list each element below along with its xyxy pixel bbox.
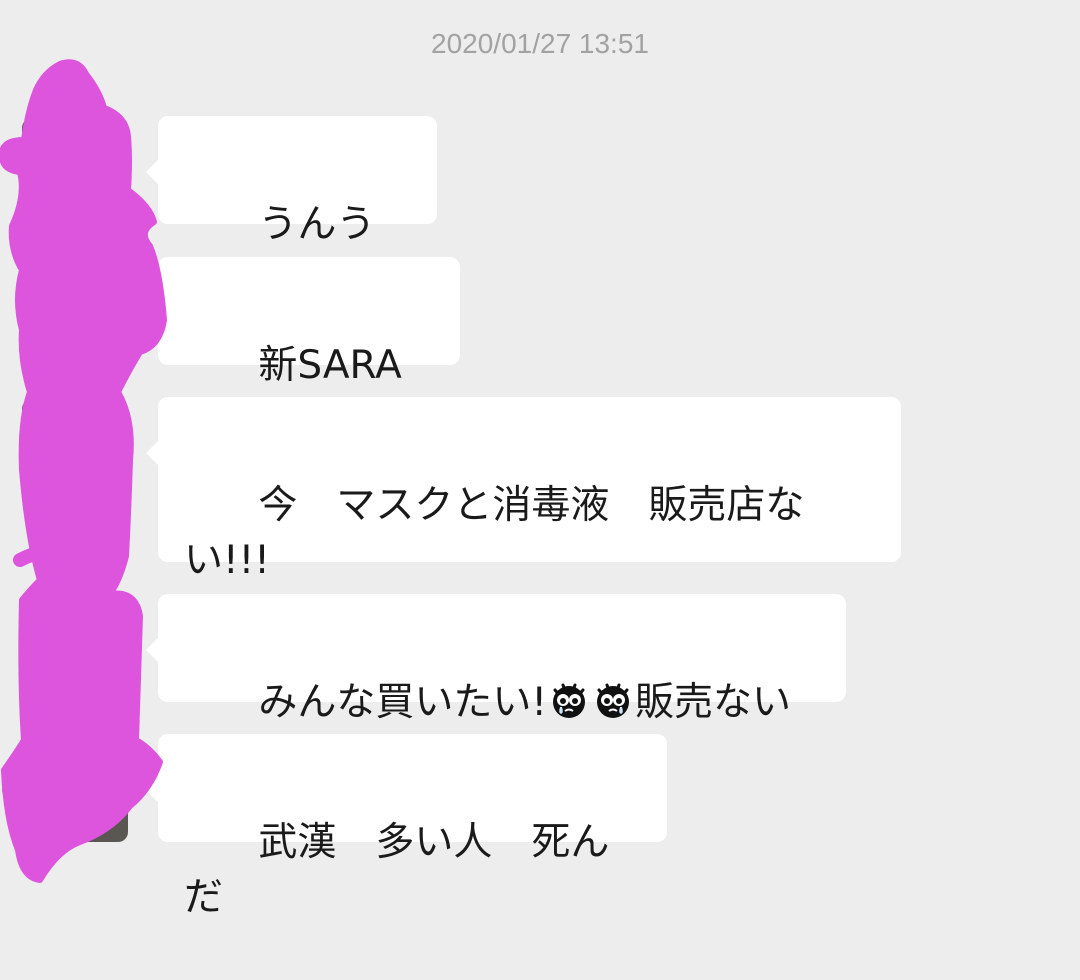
message-text-part: 販売ない — [635, 680, 792, 725]
avatar[interactable] — [22, 596, 128, 702]
crying-face-emoji — [597, 683, 630, 718]
message-text-part: みんな買いたい! — [258, 680, 548, 725]
message-bubble[interactable]: 武漢 多い人 死んだ — [146, 734, 667, 920]
message-text: 今 マスクと消毒液 販売店な い!!! — [184, 483, 805, 583]
message-bubble[interactable]: 新SARA怖い — [146, 257, 460, 443]
chat-timestamp: 2020/01/27 13:51 — [431, 28, 649, 59]
message-bubble[interactable]: 今 マスクと消毒液 販売店な い!!! — [146, 397, 901, 583]
crying-face-emoji — [553, 683, 586, 718]
avatar[interactable] — [22, 736, 128, 842]
message-text: 武漢 多い人 死んだ — [184, 820, 610, 920]
message-bubble[interactable]: うんうんw — [146, 116, 437, 302]
avatar[interactable] — [22, 259, 128, 365]
message-bubble[interactable]: みんな買いたい! 販売ない — [146, 594, 846, 725]
avatar[interactable] — [22, 118, 128, 224]
avatar[interactable] — [22, 399, 128, 505]
